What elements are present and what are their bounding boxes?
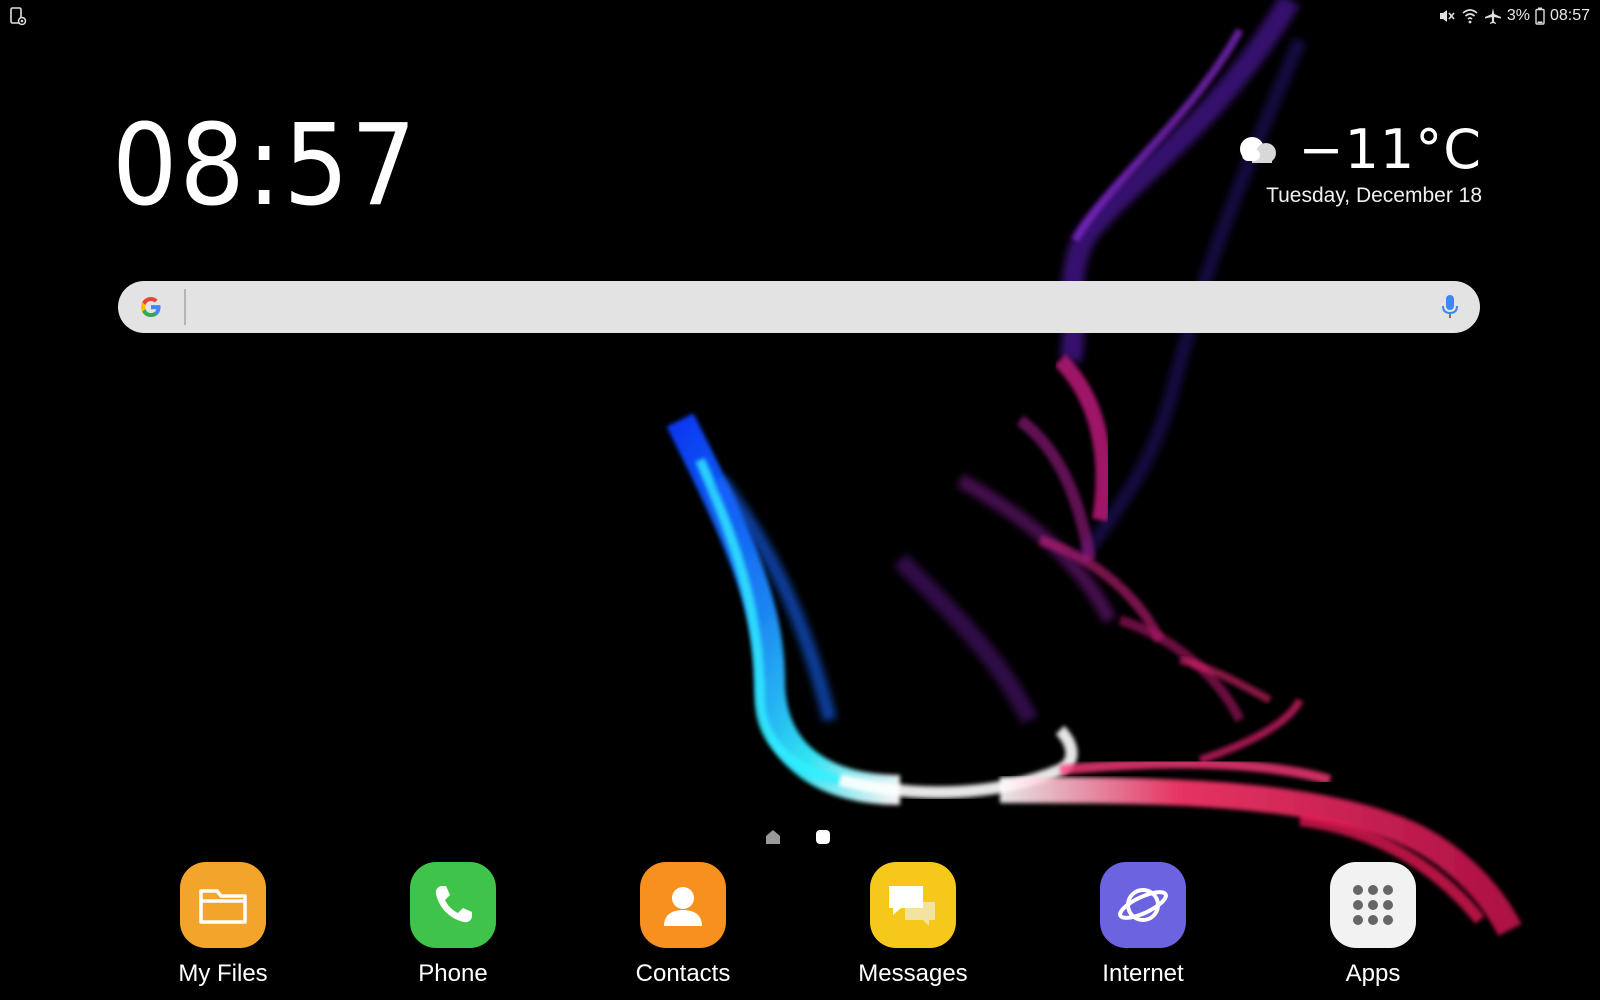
home-page-icon[interactable] bbox=[764, 828, 782, 846]
home-screen: 3% 08:57 08:57 −11°C Tuesday, December 1… bbox=[0, 0, 1600, 1000]
weather-widget[interactable]: −11°C bbox=[1236, 118, 1482, 181]
microphone-icon[interactable] bbox=[1420, 281, 1480, 333]
battery-percent: 3% bbox=[1506, 7, 1530, 24]
app-contacts[interactable]: Contacts bbox=[608, 862, 758, 988]
status-icons: 3% 08:57 bbox=[1438, 5, 1590, 27]
app-my-files[interactable]: My Files bbox=[148, 862, 298, 988]
app-label: Messages bbox=[858, 960, 968, 987]
app-label: Phone bbox=[418, 960, 488, 987]
mute-icon bbox=[1439, 10, 1455, 22]
chat-bubbles-icon[interactable] bbox=[870, 862, 956, 948]
page-dot-current[interactable] bbox=[816, 830, 830, 844]
date-label: Tuesday, December 18 bbox=[1266, 184, 1482, 207]
status-time: 08:57 bbox=[1549, 7, 1590, 24]
phone-icon[interactable] bbox=[410, 862, 496, 948]
planet-icon[interactable] bbox=[1100, 862, 1186, 948]
app-label: Internet bbox=[1102, 960, 1184, 987]
app-dock: My Files Phone Contacts Messages Interne… bbox=[110, 862, 1490, 992]
wifi-icon bbox=[1462, 9, 1478, 24]
folder-icon[interactable] bbox=[180, 862, 266, 948]
page-indicator[interactable] bbox=[764, 828, 830, 846]
app-label: Contacts bbox=[635, 960, 731, 987]
airplane-mode-icon bbox=[1484, 8, 1501, 24]
google-search-bar[interactable] bbox=[118, 281, 1480, 333]
app-label: My Files bbox=[178, 960, 268, 987]
search-input[interactable] bbox=[186, 287, 1420, 327]
app-phone[interactable]: Phone bbox=[378, 862, 528, 988]
app-messages[interactable]: Messages bbox=[838, 862, 988, 988]
temperature: −11°C bbox=[1298, 118, 1482, 181]
google-g-icon[interactable] bbox=[118, 281, 184, 333]
cloud-icon bbox=[1240, 136, 1277, 163]
app-internet[interactable]: Internet bbox=[1068, 862, 1218, 988]
clock-widget-time[interactable]: 08:57 bbox=[112, 110, 418, 222]
status-bar: 3% 08:57 bbox=[0, 0, 1600, 32]
grid-icon[interactable] bbox=[1330, 862, 1416, 948]
app-label: Apps bbox=[1345, 960, 1401, 987]
person-icon[interactable] bbox=[640, 862, 726, 948]
screen-recorder-icon bbox=[10, 7, 27, 26]
battery-icon bbox=[1535, 7, 1545, 25]
app-apps[interactable]: Apps bbox=[1298, 862, 1448, 988]
